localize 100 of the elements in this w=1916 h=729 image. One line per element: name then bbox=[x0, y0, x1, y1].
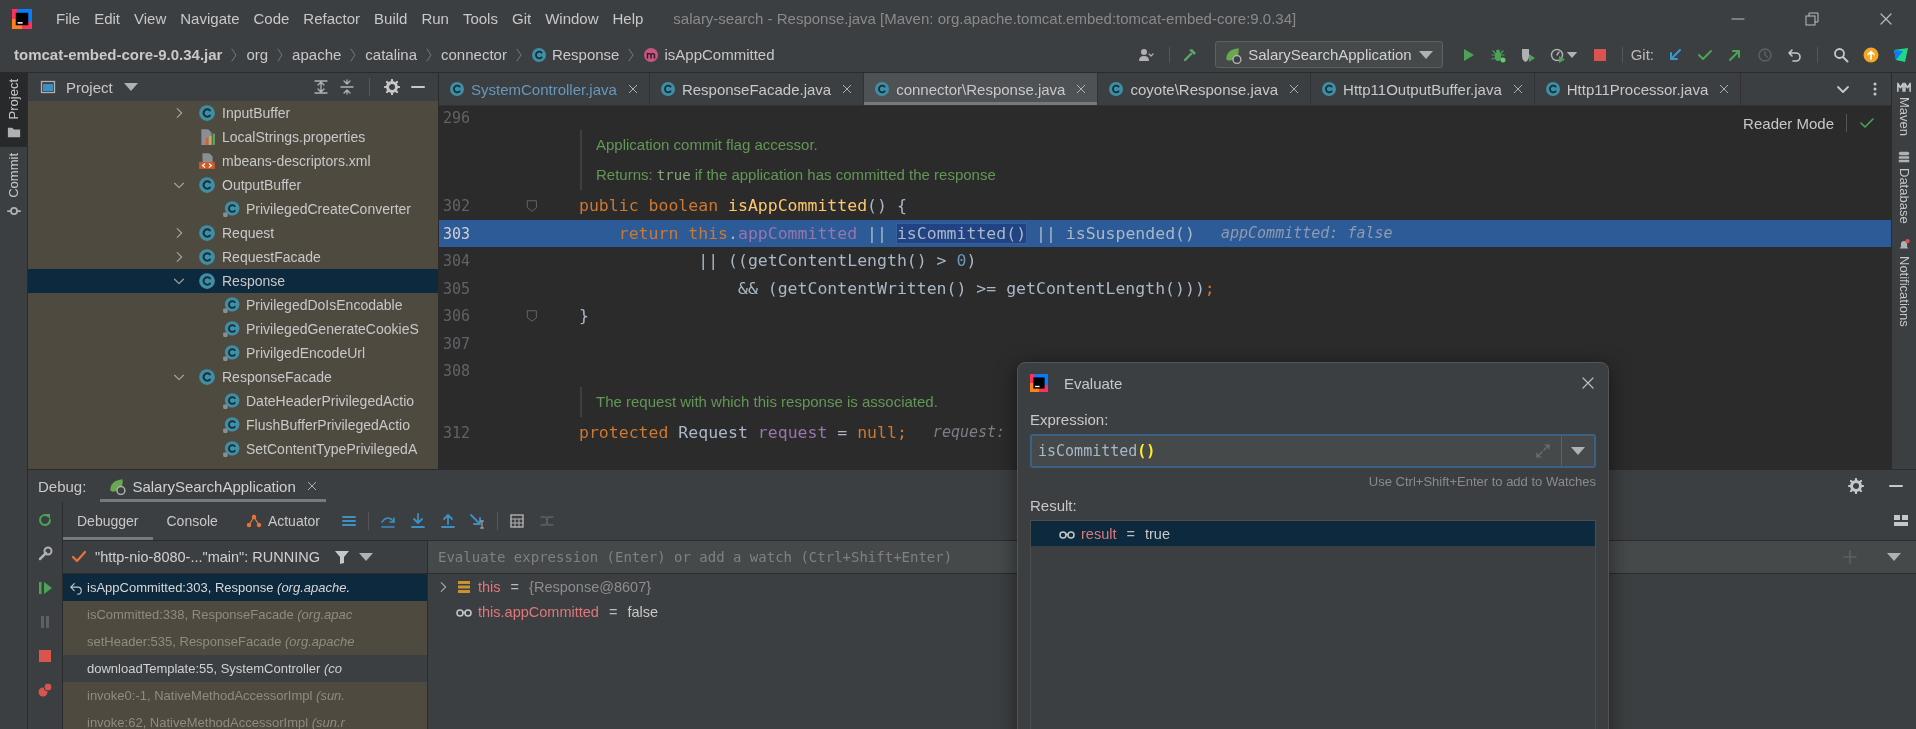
app-logo-icon bbox=[1030, 374, 1048, 392]
editor-tab[interactable]: Http11Processor.java bbox=[1534, 73, 1742, 105]
update-icon[interactable] bbox=[1863, 46, 1879, 63]
wrench-icon[interactable] bbox=[37, 546, 53, 562]
code-line: protected Request request = null; bbox=[579, 422, 907, 442]
editor-tab[interactable]: Http11OutputBuffer.java bbox=[1311, 73, 1535, 105]
calculator-icon[interactable] bbox=[509, 513, 525, 529]
close-icon[interactable] bbox=[1511, 83, 1524, 95]
variable-item[interactable]: this.appCommitted = false bbox=[428, 599, 1916, 624]
menu-item[interactable]: Edit bbox=[94, 10, 121, 27]
settings-icon[interactable] bbox=[384, 79, 400, 95]
tree-item[interactable]: SetContentTypePrivilegedA bbox=[28, 437, 438, 461]
profiler-icon[interactable] bbox=[1549, 46, 1566, 63]
debug-tab[interactable]: Actuator bbox=[231, 502, 334, 540]
user-icon[interactable] bbox=[1138, 46, 1155, 63]
menu-item[interactable]: Build bbox=[374, 10, 408, 27]
filter-icon[interactable] bbox=[333, 549, 350, 565]
stop-icon[interactable] bbox=[37, 648, 53, 664]
list-icon[interactable] bbox=[341, 513, 357, 529]
tree-item[interactable]: PrivilegedDoIsEncodable bbox=[28, 293, 438, 317]
run-to-cursor-icon[interactable] bbox=[470, 513, 486, 529]
close-icon[interactable] bbox=[841, 83, 854, 95]
tool-window-tab[interactable]: Project bbox=[0, 73, 27, 148]
tool-window-tab[interactable]: Maven bbox=[1896, 79, 1912, 137]
tree-item[interactable]: Request bbox=[28, 221, 438, 245]
restore-icon[interactable] bbox=[1804, 10, 1820, 27]
expression-field[interactable]: isCommitted() bbox=[1030, 434, 1596, 468]
tool-window-tab[interactable]: Commit bbox=[0, 147, 27, 227]
breadcrumb[interactable]: isAppCommitted bbox=[643, 46, 775, 63]
menu-item[interactable]: Window bbox=[545, 10, 599, 27]
code-line: || ((getContentLength() > 0) bbox=[697, 251, 977, 271]
collapse-all-icon[interactable] bbox=[339, 79, 355, 95]
arrow-icon[interactable] bbox=[1667, 46, 1683, 63]
variable-item[interactable]: this = {Response@8607} bbox=[428, 574, 1916, 599]
editor-tab[interactable]: coyote\Response.java bbox=[1098, 73, 1312, 105]
rerun-icon[interactable] bbox=[37, 512, 53, 528]
debug-tab[interactable]: Debugger bbox=[63, 502, 153, 540]
tool-window-tab[interactable]: Notifications bbox=[1896, 237, 1912, 327]
line-number: 306 bbox=[443, 307, 471, 326]
run-configuration-dropdown[interactable]: SalarySearchApplication bbox=[1215, 41, 1443, 68]
resume-icon[interactable] bbox=[37, 580, 53, 596]
close-icon[interactable] bbox=[626, 83, 639, 95]
thread-selector[interactable]: "http-nio-8080-..."main": RUNNING bbox=[95, 549, 320, 565]
breadcrumb[interactable]: apache bbox=[292, 46, 342, 63]
tree-item[interactable]: mbeans-descriptors.xml bbox=[28, 149, 438, 173]
menu-item[interactable]: View bbox=[134, 10, 167, 27]
step-out-icon[interactable] bbox=[440, 513, 456, 529]
fold-icon[interactable] bbox=[525, 308, 539, 323]
panel-title[interactable]: Project bbox=[66, 78, 113, 96]
tree-item[interactable]: DateHeaderPrivilegedActio bbox=[28, 389, 438, 413]
breakpoints-icon[interactable] bbox=[37, 682, 53, 698]
tree-item[interactable]: PrivilegedGenerateCookieS bbox=[28, 317, 438, 341]
editor-tab[interactable]: connector\Response.java bbox=[864, 73, 1099, 105]
layout-icon[interactable] bbox=[1893, 513, 1909, 529]
tree-item[interactable]: InputBuffer bbox=[28, 101, 438, 125]
step-into-icon[interactable] bbox=[410, 513, 426, 529]
close-icon[interactable] bbox=[305, 480, 318, 492]
close-icon[interactable] bbox=[1718, 83, 1731, 95]
session-tab[interactable]: SalarySearchApplication bbox=[100, 470, 326, 502]
menu-item[interactable]: Run bbox=[421, 10, 449, 27]
hammer-icon[interactable] bbox=[1182, 46, 1199, 63]
fold-icon[interactable] bbox=[525, 198, 539, 213]
close-icon[interactable] bbox=[1288, 83, 1301, 95]
menu-item[interactable]: Navigate bbox=[180, 10, 240, 27]
tree-item[interactable]: LocalStrings.properties bbox=[28, 125, 438, 149]
tree-item[interactable]: FlushBufferPrivilegedActio bbox=[28, 413, 438, 437]
properties-icon bbox=[198, 128, 216, 146]
tree-item[interactable]: OutputBuffer bbox=[28, 173, 438, 197]
menu-item[interactable]: File bbox=[56, 10, 81, 27]
menu-item[interactable]: Help bbox=[612, 10, 644, 27]
toolbox-icon[interactable] bbox=[1893, 46, 1909, 63]
line-number: 304 bbox=[443, 252, 471, 271]
tool-window-tab[interactable]: Database bbox=[1896, 150, 1912, 224]
settings-icon[interactable] bbox=[1848, 478, 1864, 494]
tree-item[interactable]: ResponseFacade bbox=[28, 365, 438, 389]
tree-item[interactable]: PrivilegedCreateConverter bbox=[28, 197, 438, 221]
editor-tab[interactable]: SystemController.java bbox=[439, 73, 650, 105]
debug-tab[interactable]: Console bbox=[152, 502, 232, 540]
breadcrumb[interactable]: catalina bbox=[365, 46, 418, 63]
menu-item[interactable]: Tools bbox=[462, 10, 498, 27]
search-icon[interactable] bbox=[1833, 46, 1849, 63]
tree-item[interactable]: Response bbox=[28, 269, 438, 293]
tree-item[interactable]: RequestFacade bbox=[28, 245, 438, 269]
breadcrumb[interactable]: Response bbox=[530, 46, 620, 63]
menu-item[interactable]: Refactor bbox=[303, 10, 361, 27]
breadcrumb[interactable]: tomcat-embed-core-9.0.34.jar bbox=[14, 46, 223, 63]
result-item[interactable]: result = true bbox=[1031, 521, 1595, 546]
stack-frame[interactable]: isAppCommitted:303, Response (org.apache. bbox=[63, 574, 427, 601]
reader-mode-link[interactable]: Reader Mode bbox=[1743, 114, 1834, 132]
menu-item[interactable]: Code bbox=[253, 10, 290, 27]
close-icon[interactable] bbox=[1580, 375, 1596, 391]
close-icon[interactable] bbox=[1075, 83, 1088, 95]
coverage-icon[interactable] bbox=[1519, 46, 1536, 63]
breadcrumb[interactable]: connector bbox=[441, 46, 507, 63]
tree-item[interactable]: PrivilgedEncodeUrl bbox=[28, 341, 438, 365]
stop-icon[interactable] bbox=[1591, 46, 1608, 63]
undo-icon[interactable] bbox=[1787, 46, 1803, 63]
menu-item[interactable]: Git bbox=[511, 10, 532, 27]
breadcrumb[interactable]: org bbox=[246, 46, 269, 63]
expand-all-icon[interactable] bbox=[313, 79, 329, 95]
